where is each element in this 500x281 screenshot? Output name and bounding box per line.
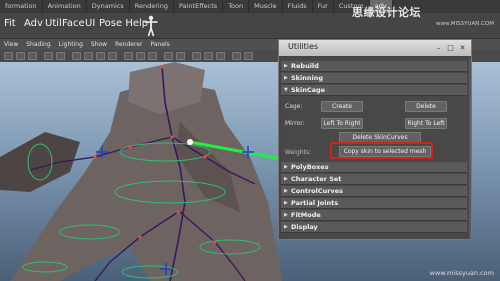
isolate-icon[interactable] <box>164 52 173 60</box>
menu-panels[interactable]: Panels <box>146 39 173 50</box>
brand-url-bottom: www.missyuan.com <box>429 269 494 277</box>
tab-toon[interactable]: Toon <box>223 0 250 13</box>
shelf-util-button[interactable]: Util <box>45 18 62 29</box>
wireframe-icon[interactable] <box>72 52 81 60</box>
minimize-icon[interactable]: – <box>433 43 444 53</box>
menu-lighting[interactable]: Lighting <box>55 39 87 50</box>
collapsed-arrow-icon: ▶ <box>284 212 288 218</box>
expanded-arrow-icon: ▼ <box>284 87 288 93</box>
shelf-face-button[interactable]: Face <box>62 18 85 29</box>
menu-tab-bar: formation Animation Dynamics Rendering P… <box>0 0 500 13</box>
camera-select-icon[interactable] <box>4 52 13 60</box>
hud-icon[interactable] <box>176 52 185 60</box>
textured-icon[interactable] <box>96 52 105 60</box>
utilities-titlebar[interactable]: Utilities – □ ✕ <box>279 40 471 56</box>
weights-label: Weights: <box>285 149 312 156</box>
grid-icon[interactable] <box>44 52 53 60</box>
brand-logo: 思缘设计论坛 <box>352 6 421 19</box>
safe-frame-icon[interactable] <box>204 52 213 60</box>
selected-joint <box>187 139 193 145</box>
shelf-fit-button[interactable]: Fit <box>4 18 16 29</box>
tab-muscle[interactable]: Muscle <box>249 0 283 13</box>
create-cage-button[interactable]: Create <box>321 101 363 112</box>
shelf-ui-button[interactable]: UI <box>85 18 95 29</box>
playblast-icon[interactable] <box>244 52 253 60</box>
menu-view[interactable]: View <box>0 39 22 50</box>
section-label: Character Set <box>291 175 342 183</box>
section-partial-joints[interactable]: ▶ Partial Joints <box>281 198 467 209</box>
camera-lock-icon[interactable] <box>16 52 25 60</box>
tab-painteffects[interactable]: PaintEffects <box>174 0 224 13</box>
section-skincage[interactable]: ▼ SkinCage <box>281 85 467 96</box>
tab-fluids[interactable]: Fluids <box>283 0 313 13</box>
tab-rendering[interactable]: Rendering <box>130 0 174 13</box>
section-label: ControlCurves <box>291 187 343 195</box>
section-controlcurves[interactable]: ▶ ControlCurves <box>281 186 467 197</box>
shadows-icon[interactable] <box>124 52 133 60</box>
xray-icon[interactable] <box>136 52 145 60</box>
maximize-icon[interactable]: □ <box>445 43 456 53</box>
tab-dynamics[interactable]: Dynamics <box>87 0 130 13</box>
section-label: Rebuild <box>291 62 319 70</box>
brand-url: www.MISSYUAN.COM <box>435 21 494 27</box>
utilities-scrollbar[interactable] <box>469 58 471 239</box>
film-gate-icon[interactable] <box>56 52 65 60</box>
xray-joints-icon[interactable] <box>148 52 157 60</box>
annotation-highlight-box <box>330 142 433 159</box>
section-label: Skinning <box>291 74 323 82</box>
utilities-title: Utilities <box>288 42 319 51</box>
menu-renderer[interactable]: Renderer <box>111 39 146 50</box>
shelf: Fit Adv Util Face UI Pose Help <box>0 13 500 39</box>
section-character-set[interactable]: ▶ Character Set <box>281 174 467 185</box>
collapsed-arrow-icon: ▶ <box>284 164 288 170</box>
mirror-label: Mirror: <box>285 120 305 127</box>
delete-cage-button[interactable]: Delete <box>405 101 447 112</box>
section-label: FitMode <box>291 211 321 219</box>
character-arm-mesh <box>0 132 80 192</box>
section-label: SkinCage <box>291 86 326 94</box>
section-label: Display <box>291 223 318 231</box>
mirror-right-to-left-button[interactable]: Right To Left <box>405 118 447 129</box>
tab-animation[interactable]: Animation <box>43 0 87 13</box>
section-label: Partial Joints <box>291 199 339 207</box>
section-display[interactable]: ▶ Display <box>281 222 467 233</box>
shelf-pose-help-button[interactable]: Pose Help <box>99 18 148 29</box>
resolution-gate-icon[interactable] <box>192 52 201 60</box>
tab-formation[interactable]: formation <box>0 0 43 13</box>
shelf-adv-button[interactable]: Adv <box>24 18 43 29</box>
close-icon[interactable]: ✕ <box>457 43 468 53</box>
bookmark-icon[interactable] <box>28 52 37 60</box>
section-label: PolyBoxes <box>291 163 329 171</box>
smooth-shade-icon[interactable] <box>84 52 93 60</box>
collapsed-arrow-icon: ▶ <box>284 188 288 194</box>
utilities-window[interactable]: Utilities – □ ✕ ▶ Rebuild ▶ Skinning ▼ S… <box>278 39 472 240</box>
section-skinning[interactable]: ▶ Skinning <box>281 73 467 84</box>
cage-label: Cage: <box>285 103 303 110</box>
collapsed-arrow-icon: ▶ <box>284 63 288 69</box>
lights-icon[interactable] <box>108 52 117 60</box>
section-rebuild[interactable]: ▶ Rebuild <box>281 61 467 72</box>
menu-shading[interactable]: Shading <box>22 39 54 50</box>
two-sided-light-icon[interactable] <box>232 52 241 60</box>
collapsed-arrow-icon: ▶ <box>284 200 288 206</box>
t-pose-icon[interactable] <box>144 15 158 37</box>
tab-fur[interactable]: Fur <box>313 0 334 13</box>
collapsed-arrow-icon: ▶ <box>284 224 288 230</box>
section-polyboxes[interactable]: ▶ PolyBoxes <box>281 162 467 173</box>
collapsed-arrow-icon: ▶ <box>284 75 288 81</box>
collapsed-arrow-icon: ▶ <box>284 176 288 182</box>
section-fitmode[interactable]: ▶ FitMode <box>281 210 467 221</box>
menu-show[interactable]: Show <box>87 39 111 50</box>
mirror-left-to-right-button[interactable]: Left To Right <box>321 118 363 129</box>
field-chart-icon[interactable] <box>216 52 225 60</box>
